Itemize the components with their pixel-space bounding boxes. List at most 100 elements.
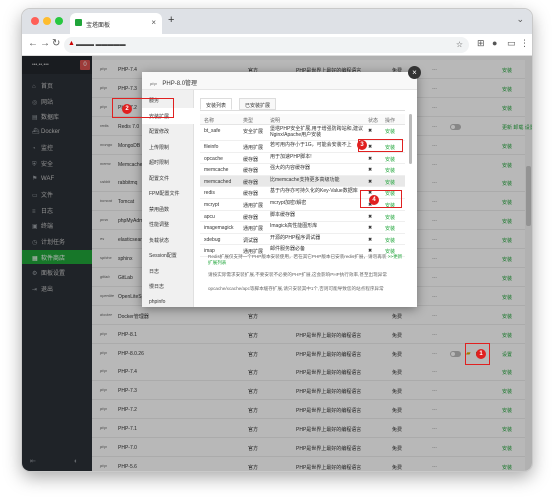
extension-status-icon: ✖ [368, 178, 373, 185]
modal-menu-item[interactable]: 超时限制 [142, 154, 194, 170]
extension-description: 开源的PHP程序调试器 [270, 234, 321, 241]
new-tab-icon[interactable]: + [168, 14, 174, 26]
extension-row: memcached 缓存器 比memcache支持更多高级功能 ✖ 安装 [200, 175, 405, 188]
modal-menu-item[interactable]: 性能调整 [142, 216, 194, 232]
extension-name: memcache [204, 167, 229, 174]
extension-description: 强大的内容缓存器 [270, 165, 311, 172]
bookmark-star-icon[interactable]: ☆ [456, 40, 463, 49]
reload-icon[interactable]: ↻ [52, 38, 60, 49]
extension-type: 安全扩展 [243, 129, 264, 135]
modal-menu-item[interactable]: 上传限制 [142, 139, 194, 155]
extension-name: mcrypt [204, 202, 219, 208]
tab-search-icon[interactable]: ⌄ [516, 14, 524, 25]
extension-status-icon: ✖ [368, 128, 373, 134]
extension-status-icon: ✖ [368, 236, 373, 243]
extension-row: memcache 缓存器 强大的内容缓存器 ✖ 安装 [200, 164, 405, 176]
redis-note-text: Redis扩展仅支持一个PHP版本安装使用，若在其它PHP版本已安装redis扩… [208, 254, 387, 259]
forward-icon[interactable]: → [40, 38, 50, 49]
extension-install-button[interactable]: 安装 [385, 128, 395, 135]
extension-type: 通用扩展 [243, 226, 264, 233]
tab-install-list[interactable]: 安装列表 [200, 98, 233, 110]
extensions-icon[interactable]: ⊞ [477, 38, 485, 49]
modal-menu: 服务 安装扩展 配置修改 上传限制 超时限制 配置文件 FPM配置文件 禁用函数 性能调整 负载状… [142, 90, 194, 307]
extension-install-button[interactable]: 安装 [385, 167, 395, 174]
modal-menu-item[interactable]: Session配置 [142, 247, 194, 263]
tab-strip: 宝塔面板 × + ⌄ [22, 9, 532, 34]
extension-type: 缓存器 [243, 168, 259, 175]
extension-type: 通用扩展 [243, 203, 264, 209]
modal-title-bar: php PHP-8.0管理 [142, 72, 417, 90]
modal-title: PHP-8.0管理 [162, 81, 198, 87]
extension-description: 基于内存亦可持久化的Key-Value数据库 [270, 188, 358, 195]
extension-name: imagemagick [204, 225, 234, 232]
extension-type: 缓存器 [243, 156, 259, 163]
address-toolbar: ← → ↻ ▲ ▬▬▬ ▬▬▬▬▬ ☆ ⊞ ● ▭ ⋮ [22, 34, 532, 56]
extension-install-button[interactable]: 安装 [385, 237, 395, 244]
sidepanel-icon[interactable]: ▭ [507, 38, 516, 49]
maximize-window-button[interactable] [55, 17, 63, 25]
url-text: ▬▬▬ ▬▬▬▬▬ [76, 42, 126, 48]
col-desc: 说明 [270, 118, 281, 124]
col-type: 类型 [243, 118, 254, 124]
table-header: 名称 类型 说明 状态 操作 [200, 114, 405, 125]
cache-advice-note: opcache/xcache/apc等脚本缓存扩展,请只安装其中1个,否则可能导… [208, 286, 384, 291]
extension-row: xdebug 调试器 开源的PHP程序调试器 ✖ 安装 [200, 234, 405, 246]
extension-description: mcrypt加密/解密 [270, 200, 307, 206]
extension-type: 缓存器 [243, 191, 259, 198]
extension-status-icon: ✖ [368, 225, 373, 232]
tab-installed-extensions[interactable]: 已安装扩展 [239, 98, 277, 110]
modal-menu-item[interactable]: 日志 [142, 263, 194, 279]
extension-name: bt_safe [204, 128, 221, 134]
modal-menu-item[interactable]: 配置修改 [142, 123, 194, 139]
extension-install-button[interactable]: 安装 [385, 179, 395, 186]
tab-divider [200, 110, 405, 111]
extension-type: 缓存器 [243, 214, 259, 221]
browser-tab[interactable]: 宝塔面板 × [70, 13, 162, 34]
bt-favicon-icon [75, 19, 82, 26]
annotation-number-4: 4 [369, 195, 379, 205]
col-name: 名称 [204, 118, 215, 124]
php-logo-icon: php [150, 81, 157, 86]
back-icon[interactable]: ← [28, 38, 38, 49]
extension-type: 调试器 [243, 237, 259, 244]
extension-row: opcache 缓存器 用于加速PHP脚本! ✖ 安装 [200, 153, 405, 165]
extension-description: 若可用内存小于1G，可能会安装不上 [270, 142, 352, 148]
insecure-warning-icon[interactable]: ▲ [68, 40, 75, 47]
annotation-number-1: 1 [476, 349, 486, 359]
extension-description: 用于加速PHP脚本! [270, 153, 312, 160]
redis-note: Redis扩展仅支持一个PHP版本安装使用，若在其它PHP版本已安装redis扩… [208, 254, 403, 266]
annotation-box-redis [360, 190, 402, 208]
extension-name: xdebug [204, 236, 221, 243]
modal-menu-item[interactable]: 慢日志 [142, 278, 194, 294]
extension-name: apcu [204, 213, 215, 220]
annotation-number-3: 3 [357, 140, 367, 150]
modal-close-button[interactable]: × [408, 66, 421, 79]
extension-description: 比memcache支持更多高级功能 [270, 176, 340, 183]
col-operation: 操作 [385, 118, 396, 124]
extension-row: apcu 缓存器 脚本缓存器 ✖ 安装 [200, 211, 405, 223]
extension-row: imagemagick 通用扩展 Imagick高性能图形库 ✖ 安装 [200, 222, 405, 234]
extension-install-button[interactable]: 安装 [385, 156, 395, 163]
address-bar[interactable]: ▲ ▬▬▬ ▬▬▬▬▬ ☆ [64, 37, 469, 53]
extension-description: 堡塔PHP安全扩展,用于增强防跨站和,建议Nginx/Apache用户安装 [270, 126, 364, 138]
extension-name: redis [204, 190, 215, 197]
close-tab-icon[interactable]: × [151, 18, 156, 27]
profile-icon[interactable]: ● [492, 38, 497, 48]
table-scrollbar[interactable] [409, 114, 412, 164]
col-status: 状态 [368, 118, 379, 124]
extension-name: opcache [204, 155, 223, 162]
extension-install-button[interactable]: 安装 [385, 225, 395, 232]
modal-menu-item[interactable]: phpinfo [142, 294, 194, 310]
menu-icon[interactable]: ⋮ [520, 38, 529, 49]
close-window-button[interactable] [31, 17, 39, 25]
extension-status-icon: ✖ [368, 167, 373, 174]
modal-menu-item[interactable]: 配置文件 [142, 170, 194, 186]
extension-description: Imagick高性能图形库 [270, 223, 318, 230]
modal-menu-item[interactable]: 负载状态 [142, 232, 194, 248]
modal-menu-item[interactable]: 禁用函数 [142, 201, 194, 217]
extension-install-button[interactable]: 安装 [385, 214, 395, 221]
extension-description: 脚本缓存器 [270, 211, 296, 218]
modal-menu-item[interactable]: FPM配置文件 [142, 185, 194, 201]
annotation-number-2: 2 [122, 104, 132, 114]
minimize-window-button[interactable] [43, 17, 51, 25]
